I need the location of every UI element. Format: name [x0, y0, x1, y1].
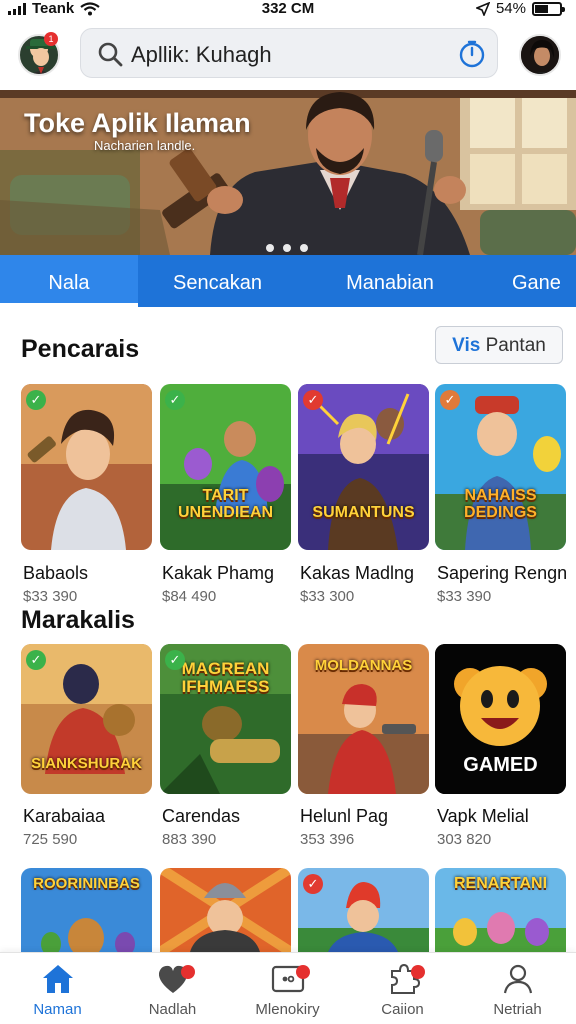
app-thumbnail[interactable]: NAHAISS DEDINGS ✓ [435, 384, 566, 550]
nav-badge [296, 965, 310, 979]
app-price: 725 590 [23, 831, 78, 848]
app-thumbnail[interactable]: MOLDANNAS [298, 644, 429, 794]
app-price: 883 390 [162, 831, 217, 848]
game-logo: MOLDANNAS [314, 657, 413, 674]
nav-label: Naman [33, 1001, 82, 1018]
app-thumbnail[interactable]: MAGREAN IFHMAESS ✓ [160, 644, 291, 794]
see-all-prefix: Vis [452, 335, 481, 356]
app-name: Sapering Rengn [437, 563, 568, 583]
app-thumbnail[interactable]: ✓ [21, 384, 152, 550]
search-bar[interactable]: Apllik: Kuhagh [80, 28, 498, 78]
banner-title: Toke Aplik Ilaman [24, 108, 251, 138]
app-name: Babaols [23, 563, 89, 583]
app-price: $33 390 [437, 588, 492, 605]
app-thumbnail[interactable]: ROORININBAS [21, 868, 152, 952]
installed-check-icon: ✓ [165, 390, 185, 410]
tab-gane[interactable]: Gane [512, 255, 576, 307]
game-logo: GAMED [463, 754, 538, 776]
featured-banner[interactable]: Toke Aplik Ilaman Nacharien landle. [0, 90, 576, 255]
nav-item-caiion[interactable]: Caiion [345, 953, 460, 1024]
nav-item-netriah[interactable]: Netriah [460, 953, 575, 1024]
installed-check-icon: ✓ [303, 874, 323, 894]
tab-nala[interactable]: Nala [0, 255, 138, 307]
bottom-navigation: Naman Nadlah Mlenokiry Caiion Netriah [0, 952, 576, 1024]
app-thumbnail[interactable]: SUMANTUNS ✓ [298, 384, 429, 550]
search-input[interactable]: Apllik: Kuhagh [131, 42, 272, 68]
user-avatar[interactable] [519, 34, 561, 76]
app-price: 303 820 [437, 831, 492, 848]
nav-badge [181, 965, 195, 979]
nav-label: Nadlah [148, 1001, 197, 1018]
game-art [298, 384, 429, 550]
game-logo: NAHAISS DEDINGS [464, 487, 537, 522]
app-price: $33 300 [300, 588, 355, 605]
section-title: Marakalis [21, 606, 135, 634]
timer-icon[interactable] [457, 39, 487, 69]
category-tabs: Nala Sencakan Manabian Gane [0, 255, 576, 307]
app-name: Karabaiaa [23, 806, 106, 826]
app-name: Kakak Phamg [162, 563, 275, 583]
banner-subtitle: Nacharien landle. [94, 138, 196, 153]
header: 1 Apllik: Kuhagh [0, 28, 576, 82]
search-icon [98, 42, 123, 67]
see-all-suffix: Pantan [480, 335, 546, 356]
tab-manabian[interactable]: Manabian [320, 255, 460, 307]
app-thumbnail[interactable]: TARIT UNENDIEAN ✓ [160, 384, 291, 550]
app-name: Helunl Pag [300, 806, 389, 826]
app-name: Carendas [162, 806, 241, 826]
carousel-dot[interactable] [266, 244, 274, 252]
carousel-dot[interactable] [283, 244, 291, 252]
nav-badge [411, 965, 425, 979]
app-name: Vapk Melial [437, 806, 529, 826]
nav-item-mlenokiry[interactable]: Mlenokiry [230, 953, 345, 1024]
section-title: Pencarais [21, 335, 140, 363]
game-logo: RENARTANI [453, 875, 548, 892]
profile-badge: 1 [44, 32, 58, 46]
game-art [21, 384, 152, 550]
game-art [160, 868, 291, 952]
game-logo: TARIT UNENDIEAN [177, 487, 274, 522]
status-right: 54% [475, 0, 565, 17]
app-name: Kakas Madlng [300, 563, 415, 583]
app-thumbnail[interactable]: SIANKSHURAK ✓ [21, 644, 152, 794]
app-price: $33 390 [23, 588, 78, 605]
installed-check-icon: ✓ [303, 390, 323, 410]
status-bar: Teank 332 CM 54% [0, 0, 576, 18]
carousel-dots[interactable] [266, 244, 308, 252]
tab-sencakan[interactable]: Sencakan [150, 255, 285, 307]
app-price: $84 490 [162, 588, 217, 605]
nav-label: Mlenokiry [255, 1001, 320, 1018]
person-icon [503, 964, 533, 994]
battery-percent: 54% [495, 0, 526, 17]
carousel-dot[interactable] [300, 244, 308, 252]
nav-label: Netriah [493, 1001, 542, 1018]
app-price: 353 396 [300, 831, 355, 848]
nav-item-nadlah[interactable]: Nadlah [115, 953, 230, 1024]
battery-icon [532, 1, 565, 16]
game-logo: ROORININBAS [33, 875, 140, 892]
location-arrow-icon [475, 1, 490, 16]
home-icon [43, 965, 73, 993]
installed-check-icon: ✓ [26, 390, 46, 410]
app-thumbnail[interactable]: GAMED [435, 644, 566, 794]
installed-check-icon: ✓ [26, 650, 46, 670]
see-all-button[interactable]: Vis Pantan [435, 326, 563, 364]
game-logo: SUMANTUNS [312, 504, 415, 522]
installed-check-icon: ✓ [440, 390, 460, 410]
game-art [160, 384, 291, 550]
app-thumbnail[interactable]: RENARTANI [435, 868, 566, 952]
game-logo: SIANKSHURAK [31, 755, 142, 773]
nav-item-naman[interactable]: Naman [0, 953, 115, 1024]
installed-check-icon: ✓ [165, 650, 185, 670]
app-thumbnail[interactable] [160, 868, 291, 952]
avatar-image [521, 36, 559, 74]
app-thumbnail[interactable]: ✓ [298, 868, 429, 952]
game-art [435, 384, 566, 550]
nav-label: Caiion [381, 1001, 424, 1018]
